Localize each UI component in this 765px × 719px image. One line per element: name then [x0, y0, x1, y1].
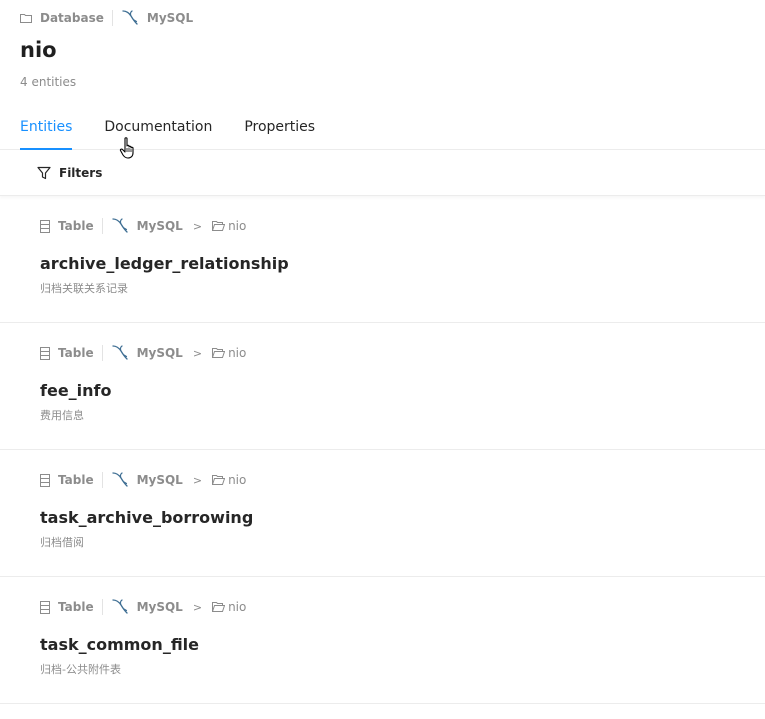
entity-container[interactable]: nio [228, 600, 246, 614]
list-item[interactable]: Table MySQL > nio archive_ledger_relatio… [0, 196, 765, 323]
entity-container[interactable]: nio [228, 473, 246, 487]
tab-bar: Entities Documentation Properties [0, 109, 765, 150]
meta-divider [101, 345, 103, 361]
entity-description: 归档关联关系记录 [40, 282, 128, 295]
page-header: Database MySQL nio 4 entities [0, 9, 765, 89]
chevron-right-icon: > [192, 219, 203, 233]
list-item[interactable]: Table MySQL > nio fee_info 费用信息 [0, 323, 765, 450]
entity-platform: MySQL [136, 600, 183, 614]
entity-meta: Table MySQL > nio [40, 218, 765, 234]
tab-entities[interactable]: Entities [20, 109, 73, 150]
entity-container[interactable]: nio [228, 219, 246, 233]
list-item[interactable]: Table MySQL > nio task_archive_borrowing… [0, 450, 765, 577]
entity-count: 4 entities [20, 75, 77, 89]
tab-documentation[interactable]: Documentation [104, 109, 212, 149]
entity-name[interactable]: task_common_file [40, 635, 765, 655]
breadcrumb-divider [111, 10, 113, 26]
breadcrumb-source-label: MySQL [146, 11, 194, 25]
folder-icon [20, 13, 32, 23]
breadcrumb-platform[interactable]: Database [20, 11, 104, 25]
entity-type: Table [58, 219, 94, 233]
folder-open-icon [212, 221, 226, 231]
meta-divider [101, 599, 103, 615]
entity-description: 归档-公共附件表 [40, 663, 121, 676]
entity-type: Table [58, 600, 94, 614]
list-item[interactable]: Table MySQL > nio task_common_file 归档-公共… [0, 577, 765, 704]
breadcrumb: Database MySQL [20, 9, 745, 27]
table-icon [40, 346, 50, 360]
folder-open-icon [212, 602, 226, 612]
entity-platform: MySQL [136, 473, 183, 487]
entity-name[interactable]: fee_info [40, 381, 765, 401]
entity-meta: Table MySQL > nio [40, 599, 765, 615]
entity-platform: MySQL [136, 346, 183, 360]
filter-icon [37, 166, 51, 180]
filters-label: Filters [59, 165, 103, 180]
chevron-right-icon: > [192, 473, 203, 487]
chevron-right-icon: > [192, 600, 203, 614]
tab-properties[interactable]: Properties [244, 109, 315, 149]
folder-open-icon [212, 348, 226, 358]
entity-container[interactable]: nio [228, 346, 246, 360]
entity-type: Table [58, 346, 94, 360]
filters-button[interactable]: Filters [0, 150, 765, 196]
table-icon [40, 219, 50, 233]
entity-description: 归档借阅 [40, 536, 84, 549]
chevron-right-icon: > [192, 346, 203, 360]
entity-name[interactable]: archive_ledger_relationship [40, 254, 765, 274]
entity-type: Table [58, 473, 94, 487]
entity-platform: MySQL [136, 219, 183, 233]
page-title: nio [20, 38, 57, 62]
mysql-dolphin-icon [111, 344, 129, 362]
table-icon [40, 600, 50, 614]
mysql-dolphin-icon [111, 598, 129, 616]
entity-description: 费用信息 [40, 409, 84, 422]
mysql-dolphin-icon [111, 471, 129, 489]
table-icon [40, 473, 50, 487]
entity-meta: Table MySQL > nio [40, 472, 765, 488]
entity-name[interactable]: task_archive_borrowing [40, 508, 765, 528]
folder-open-icon [212, 475, 226, 485]
breadcrumb-source[interactable]: MySQL [121, 9, 193, 27]
mysql-dolphin-icon [111, 217, 129, 235]
mysql-dolphin-icon [121, 9, 139, 27]
entity-list: Table MySQL > nio archive_ledger_relatio… [0, 196, 765, 704]
meta-divider [101, 218, 103, 234]
entity-meta: Table MySQL > nio [40, 345, 765, 361]
meta-divider [101, 472, 103, 488]
breadcrumb-platform-label: Database [40, 11, 104, 25]
